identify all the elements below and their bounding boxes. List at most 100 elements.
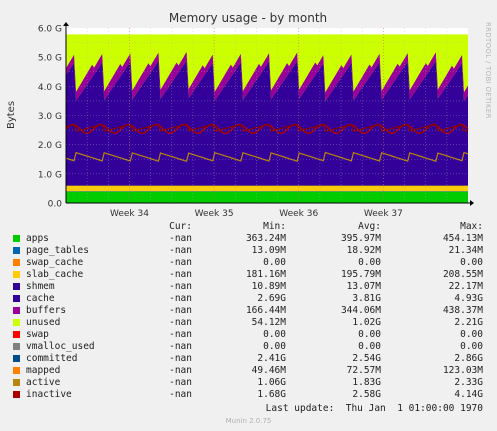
- legend-name: vmalloc_used: [26, 341, 95, 352]
- legend-row-slab-cache: slab_cache -nan 181.16M 195.79M 208.55M: [0, 269, 497, 281]
- legend-avg: 2.54G: [352, 353, 381, 364]
- legend-min: 2.69G: [257, 293, 286, 304]
- legend-cur: -nan: [169, 341, 192, 352]
- memory-usage-chart: Memory usage - by month Bytes 0.0 1.0 G 2.…: [6, 11, 474, 219]
- legend-cur: -nan: [169, 233, 192, 244]
- legend-max: 4.14G: [454, 389, 483, 400]
- legend-min: 2.41G: [257, 353, 286, 364]
- legend-swatch: [13, 259, 20, 266]
- legend-min: 10.89M: [251, 281, 286, 292]
- legend-cur: -nan: [169, 389, 192, 400]
- legend-max: 454.13M: [442, 233, 483, 244]
- legend-cur: -nan: [169, 365, 192, 376]
- legend-name: unused: [26, 317, 61, 328]
- y-tick-label: 0.0: [48, 200, 63, 210]
- legend-row-active: active -nan 1.06G 1.83G 2.33G: [0, 377, 497, 389]
- legend-row-mapped: mapped -nan 49.46M 72.57M 123.03M: [0, 365, 497, 377]
- legend-avg: 195.79M: [340, 269, 381, 280]
- legend-row-swap-cache: swap_cache -nan 0.00 0.00 0.00: [0, 257, 497, 269]
- legend-cur: -nan: [169, 353, 192, 364]
- legend-row-page-tables: page_tables -nan 13.09M 18.92M 21.34M: [0, 245, 497, 257]
- legend-cur: -nan: [169, 317, 192, 328]
- legend-avg: 2.58G: [352, 389, 381, 400]
- legend-max: 2.21G: [454, 317, 483, 328]
- y-tick-label: 2.0 G: [38, 141, 62, 151]
- y-tick-label: 5.0 G: [38, 54, 62, 64]
- y-axis-label: Bytes: [6, 101, 17, 129]
- legend-swatch: [13, 295, 20, 302]
- legend-row-committed: committed -nan 2.41G 2.54G 2.86G: [0, 353, 497, 365]
- x-tick-label: Week 37: [364, 209, 403, 219]
- legend-swatch: [13, 343, 20, 350]
- legend-max: 22.17M: [448, 281, 483, 292]
- legend-name: swap: [26, 329, 49, 340]
- y-tick-label: 3.0 G: [38, 112, 62, 122]
- legend-name: apps: [26, 233, 49, 244]
- legend-max: 208.55M: [442, 269, 483, 280]
- legend-avg: 3.81G: [352, 293, 381, 304]
- legend-min: 181.16M: [245, 269, 286, 280]
- legend-swatch: [13, 247, 20, 254]
- legend-max: 4.93G: [454, 293, 483, 304]
- legend-max: 2.86G: [454, 353, 483, 364]
- legend-header-cur: Cur:: [169, 221, 192, 232]
- legend-avg: 72.57M: [346, 365, 381, 376]
- legend-cur: -nan: [169, 293, 192, 304]
- x-tick-label: Week 35: [195, 209, 234, 219]
- legend-max: 0.00: [460, 341, 483, 352]
- legend-max: 2.33G: [454, 377, 483, 388]
- legend-avg: 1.02G: [352, 317, 381, 328]
- legend-name: active: [26, 377, 61, 388]
- y-tick-label: 6.0 G: [38, 25, 62, 35]
- legend-cur: -nan: [169, 377, 192, 388]
- x-tick-label: Week 34: [110, 209, 149, 219]
- legend-row-shmem: shmem -nan 10.89M 13.07M 22.17M: [0, 281, 497, 293]
- legend-max: 21.34M: [448, 245, 483, 256]
- legend-swatch: [13, 235, 20, 242]
- legend-row-inactive: inactive -nan 1.68G 2.58G 4.14G: [0, 389, 497, 401]
- legend-avg: 0.00: [358, 329, 381, 340]
- area-cache: [66, 60, 468, 186]
- legend-cur: -nan: [169, 257, 192, 268]
- legend-swatch: [13, 283, 20, 290]
- legend-max: 0.00: [460, 257, 483, 268]
- legend-swatch: [13, 319, 20, 326]
- legend-row-cache: cache -nan 2.69G 3.81G 4.93G: [0, 293, 497, 305]
- legend-name: committed: [26, 353, 78, 364]
- area-page-tables: [66, 191, 468, 192]
- x-axis-arrow: [470, 200, 474, 206]
- legend-cur: -nan: [169, 281, 192, 292]
- legend-max: 123.03M: [442, 365, 483, 376]
- legend-header-max: Max:: [460, 221, 483, 232]
- chart-title: Memory usage - by month: [169, 11, 327, 25]
- legend-swatch: [13, 307, 20, 314]
- legend-name: swap_cache: [26, 257, 84, 268]
- y-tick-label: 4.0 G: [38, 83, 62, 93]
- x-tick-label: Week 36: [279, 209, 318, 219]
- legend-cur: -nan: [169, 305, 192, 316]
- legend-header-min: Min:: [263, 221, 286, 232]
- legend-min: 49.46M: [251, 365, 286, 376]
- legend-min: 0.00: [263, 257, 286, 268]
- legend-swatch: [13, 355, 20, 362]
- legend-name: inactive: [26, 389, 72, 400]
- legend-min: 1.68G: [257, 389, 286, 400]
- y-tick-label: 1.0 G: [38, 170, 62, 180]
- legend-row-buffers: buffers -nan 166.44M 344.06M 438.37M: [0, 305, 497, 317]
- legend-min: 0.00: [263, 329, 286, 340]
- legend-row-unused: unused -nan 54.12M 1.02G 2.21G: [0, 317, 497, 329]
- legend-name: shmem: [26, 281, 55, 292]
- plot-area: 0.0 1.0 G 2.0 G 3.0 G 4.0 G 5.0 G 6.0 G Week 34…: [38, 22, 474, 219]
- legend-avg: 13.07M: [346, 281, 381, 292]
- legend-swatch: [13, 391, 20, 398]
- rrdtool-watermark: RRDTOOL / TOBI OETIKER: [484, 22, 492, 119]
- legend-table: Cur: Min: Avg: Max: apps -nan 363.24M 395.9…: [0, 221, 497, 401]
- legend-avg: 0.00: [358, 257, 381, 268]
- legend-row-vmalloc-used: vmalloc_used -nan 0.00 0.00 0.00: [0, 341, 497, 353]
- legend-swatch: [13, 367, 20, 374]
- legend-row-apps: apps -nan 363.24M 395.97M 454.13M: [0, 233, 497, 245]
- legend-header-avg: Avg:: [358, 221, 381, 232]
- legend-swatch: [13, 271, 20, 278]
- last-update: Last update: Thu Jan 1 01:00:00 1970: [265, 403, 483, 414]
- legend-avg: 344.06M: [340, 305, 381, 316]
